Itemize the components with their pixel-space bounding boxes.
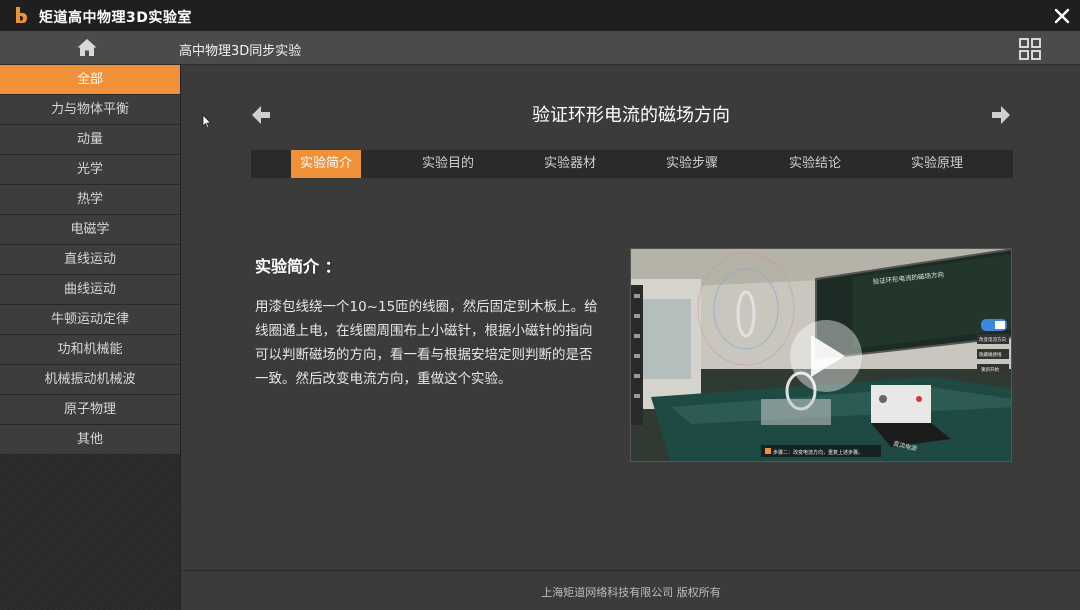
tab-principle[interactable]: 实验原理: [902, 150, 972, 178]
app-window: 矩道高中物理3D实验室 高中物理3D同步实验 全部 力与物体平衡 动量 光学 热…: [0, 0, 1080, 610]
sidebar-item-all[interactable]: 全部: [0, 65, 180, 95]
video-scene: 验证环形电流的磁场方向 直流电源 改变电流方向 隐藏磁感线 重新开始 步骤二：改…: [631, 249, 1011, 461]
experiment-video-preview[interactable]: 验证环形电流的磁场方向 直流电源 改变电流方向 隐藏磁感线 重新开始 步骤二：改…: [630, 248, 1012, 462]
grid-view-icon[interactable]: [1018, 37, 1042, 61]
sidebar-item-newton-laws[interactable]: 牛顿运动定律: [0, 305, 180, 335]
next-arrow-icon[interactable]: [990, 104, 1012, 126]
intro-text: 用漆包线绕一个10~15匝的线圈，然后固定到木板上。给线圈通上电，在线圈周围布上…: [255, 299, 598, 387]
experiment-tabs: 实验简介 实验目的 实验器材 实验步骤 实验结论 实验原理: [251, 150, 1013, 178]
footer-divider: [182, 570, 1080, 571]
play-button-icon[interactable]: [790, 320, 862, 392]
footer-copyright: 上海矩道网络科技有限公司 版权所有: [541, 586, 721, 599]
tab-purpose[interactable]: 实验目的: [413, 150, 483, 178]
title-bar: 矩道高中物理3D实验室: [0, 0, 1080, 31]
home-icon[interactable]: [76, 37, 98, 59]
panel-button-3: 重新开始: [981, 366, 999, 373]
tab-introduction[interactable]: 实验简介: [291, 150, 361, 178]
video-caption: 步骤二：改变电流方向，重复上述步骤。: [773, 449, 863, 456]
sidebar-empty-area: [0, 455, 180, 610]
category-sidebar: 全部 力与物体平衡 动量 光学 热学 电磁学 直线运动 曲线运动 牛顿运动定律 …: [0, 65, 181, 610]
sidebar-item-momentum[interactable]: 动量: [0, 125, 180, 155]
sidebar-item-force-balance[interactable]: 力与物体平衡: [0, 95, 180, 125]
sidebar-item-optics[interactable]: 光学: [0, 155, 180, 185]
tab-equipment[interactable]: 实验器材: [535, 150, 605, 178]
sidebar-item-thermodynamics[interactable]: 热学: [0, 185, 180, 215]
sidebar-item-work-energy[interactable]: 功和机械能: [0, 335, 180, 365]
panel-button-1: 改变电流方向: [979, 336, 1006, 343]
header-bar: 高中物理3D同步实验: [0, 31, 1080, 65]
sidebar-item-vibration-waves[interactable]: 机械振动机械波: [0, 365, 180, 395]
sidebar-item-electromagnetism[interactable]: 电磁学: [0, 215, 180, 245]
sidebar-item-other[interactable]: 其他: [0, 425, 180, 455]
intro-heading: 实验简介 ：: [255, 257, 341, 276]
sidebar-item-atomic-physics[interactable]: 原子物理: [0, 395, 180, 425]
panel-button-2: 隐藏磁感线: [979, 351, 1002, 358]
tab-conclusion[interactable]: 实验结论: [780, 150, 850, 178]
close-icon: [1054, 8, 1070, 23]
page-subtitle: 高中物理3D同步实验: [179, 44, 302, 59]
app-title: 矩道高中物理3D实验室: [39, 10, 192, 26]
close-button[interactable]: [1044, 0, 1080, 31]
main-content: 验证环形电流的磁场方向 实验简介 实验目的 实验器材 实验步骤 实验结论 实验原…: [182, 66, 1080, 610]
app-logo-icon: [16, 7, 27, 24]
tab-steps[interactable]: 实验步骤: [657, 150, 727, 178]
experiment-title: 验证环形电流的磁场方向: [532, 105, 730, 126]
sidebar-item-curvilinear-motion[interactable]: 曲线运动: [0, 275, 180, 305]
sidebar-item-linear-motion[interactable]: 直线运动: [0, 245, 180, 275]
